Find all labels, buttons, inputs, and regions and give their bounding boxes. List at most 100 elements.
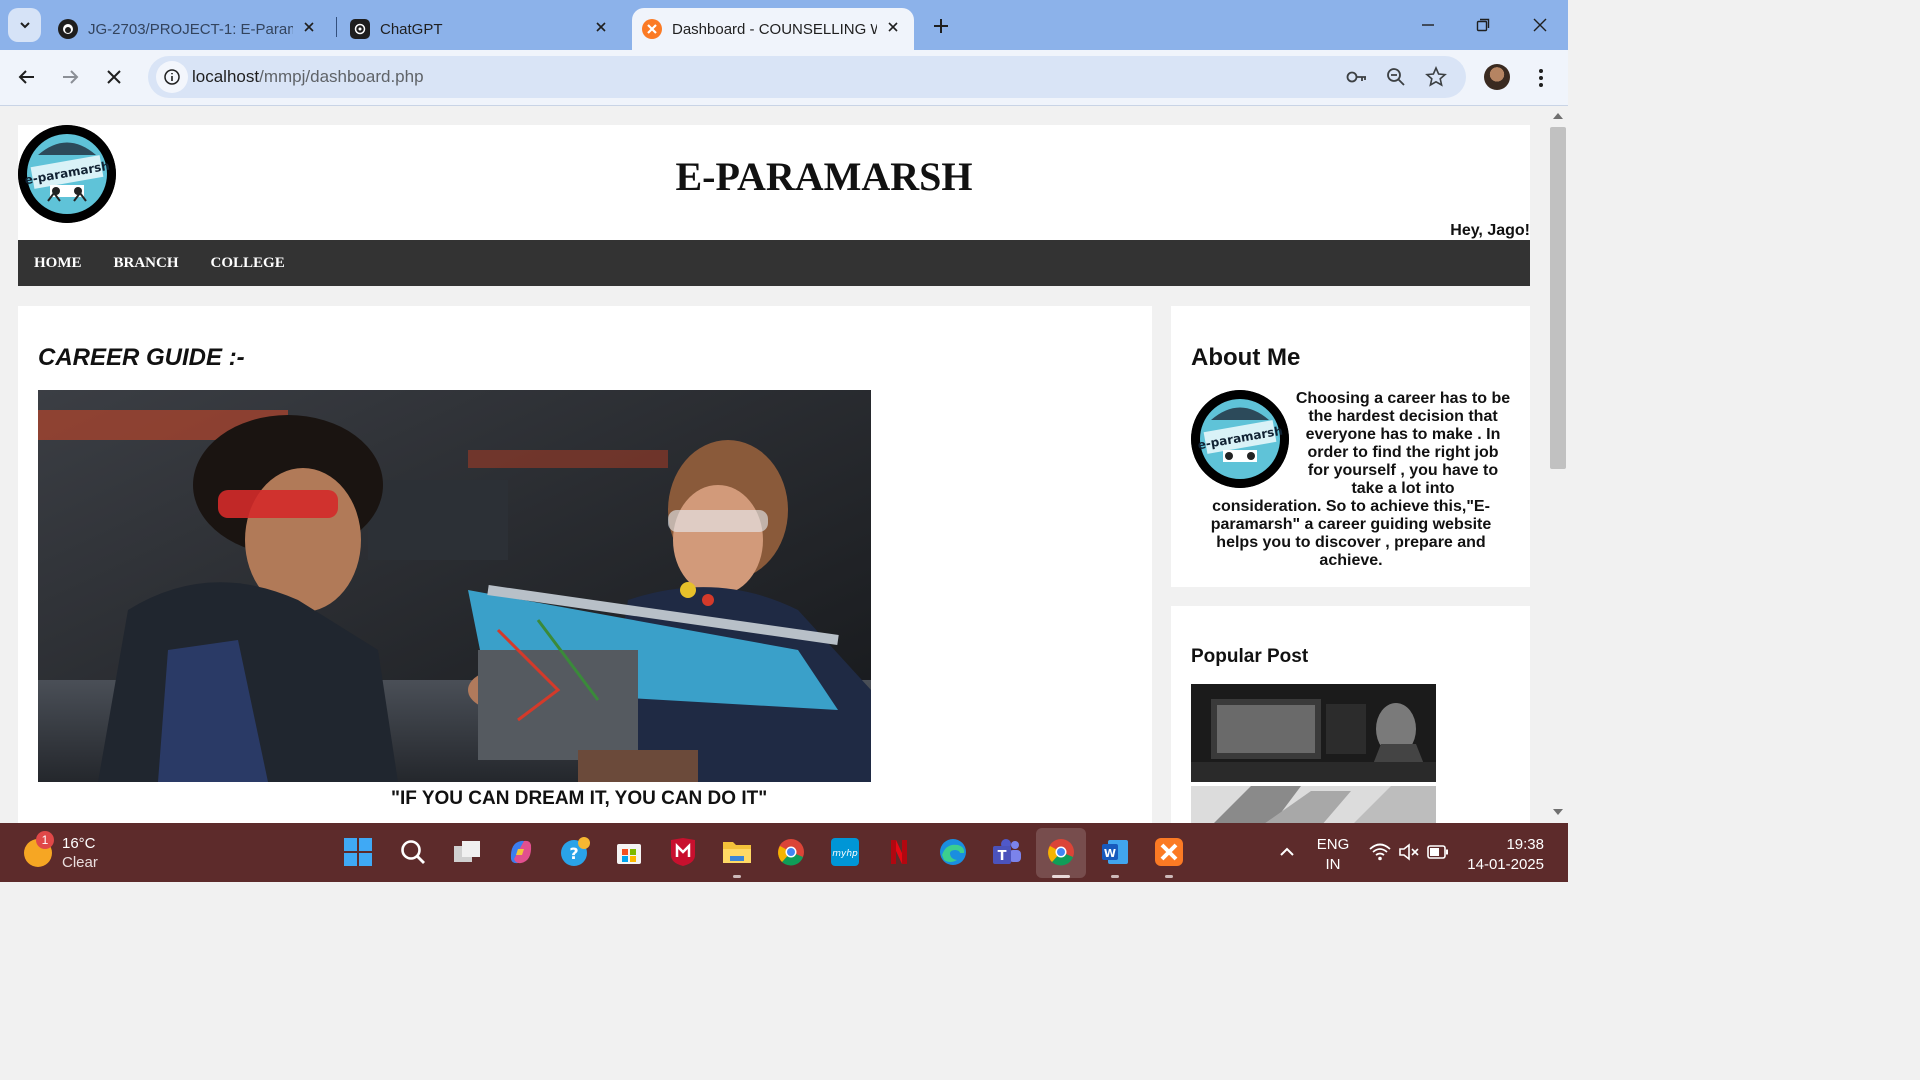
myhp-icon[interactable]: myhp — [829, 836, 861, 868]
more-vertical-icon — [1539, 69, 1543, 87]
nav-branch[interactable]: BRANCH — [98, 240, 195, 286]
close-tab-icon[interactable] — [300, 18, 318, 36]
minimize-button[interactable] — [1411, 10, 1445, 40]
back-arrow-icon — [18, 70, 34, 84]
language-code: ENG — [1316, 836, 1350, 853]
zoom-icon[interactable] — [1383, 64, 1409, 90]
teams-icon[interactable]: T — [991, 836, 1023, 868]
forward-button[interactable] — [53, 60, 87, 94]
copilot-icon[interactable] — [505, 836, 537, 868]
site-header: e-paramarsh E-PARAMARSH Hey, Jago! — [18, 125, 1530, 240]
browser-tab-bar: JG-2703/PROJECT-1: E-Paramar ChatGPT Das… — [0, 0, 1568, 50]
input-language[interactable]: ENG IN — [1310, 835, 1356, 875]
tab-chatgpt[interactable]: ChatGPT — [350, 8, 622, 50]
clock-time: 19:38 — [1506, 836, 1544, 853]
chrome-profile-icon[interactable] — [775, 836, 807, 868]
password-key-icon[interactable] — [1344, 64, 1370, 90]
file-explorer-icon[interactable] — [721, 836, 753, 868]
close-window-button[interactable] — [1523, 10, 1557, 40]
svg-text:W: W — [1104, 847, 1116, 860]
chevron-down-icon — [19, 22, 30, 29]
close-tab-icon[interactable] — [592, 18, 610, 36]
new-tab-button[interactable] — [927, 12, 955, 40]
url-host: localhost — [192, 67, 260, 86]
clock-date: 14-01-2025 — [1467, 856, 1544, 873]
volume-muted-icon[interactable] — [1393, 836, 1425, 868]
browser-toolbar: localhost/mmpj/dashboard.php — [0, 50, 1568, 106]
restore-icon — [1476, 18, 1490, 32]
close-icon — [107, 70, 121, 84]
nav-college[interactable]: COLLEGE — [195, 240, 301, 286]
site-info-icon[interactable] — [156, 61, 188, 93]
wifi-icon[interactable] — [1364, 836, 1396, 868]
windows-start-icon[interactable] — [342, 836, 374, 868]
xampp-icon[interactable] — [1153, 836, 1185, 868]
active-indicator — [1052, 875, 1070, 878]
back-button[interactable] — [10, 60, 44, 94]
popular-post-image[interactable] — [1191, 684, 1436, 782]
hero-image — [38, 390, 871, 782]
clock[interactable]: 19:38 14-01-2025 — [1460, 835, 1560, 875]
edge-icon[interactable] — [937, 836, 969, 868]
scrollbar-thumb[interactable] — [1550, 127, 1566, 469]
netflix-icon[interactable] — [883, 836, 915, 868]
task-view-icon[interactable] — [451, 836, 483, 868]
windows-taskbar: 1 16°C Clear ? myhp T W ENG IN 19:38 14-… — [0, 823, 1568, 882]
user-greeting: Hey, Jago! — [1450, 222, 1530, 239]
popular-post-image[interactable] — [1191, 786, 1436, 823]
main-navigation: HOME BRANCH COLLEGE — [18, 240, 1530, 286]
page-scrollbar[interactable] — [1548, 107, 1568, 823]
url-path: /mmpj/dashboard.php — [259, 67, 424, 86]
tab-dashboard[interactable]: Dashboard - COUNSELLING WE — [632, 8, 914, 50]
scroll-up-arrow-icon[interactable] — [1553, 113, 1563, 119]
site-title: E-PARAMARSH — [675, 154, 973, 199]
chrome-icon[interactable] — [1045, 836, 1077, 868]
page-viewport: e-paramarsh E-PARAMARSH Hey, Jago! HOME … — [0, 107, 1548, 823]
battery-icon[interactable] — [1422, 836, 1454, 868]
tab-title: JG-2703/PROJECT-1: E-Paramar — [88, 20, 293, 38]
profile-avatar[interactable] — [1484, 64, 1510, 90]
microsoft-store-icon[interactable] — [613, 836, 645, 868]
running-indicator — [733, 875, 741, 878]
close-tab-icon[interactable] — [884, 18, 902, 36]
restore-button[interactable] — [1466, 10, 1500, 40]
tab-separator — [336, 17, 337, 37]
plus-icon — [934, 19, 948, 33]
search-icon[interactable] — [397, 836, 429, 868]
bookmark-star-icon[interactable] — [1423, 64, 1449, 90]
forward-arrow-icon — [63, 70, 79, 84]
tab-title: Dashboard - COUNSELLING WE — [672, 20, 877, 38]
url-text[interactable]: localhost/mmpj/dashboard.php — [192, 67, 424, 87]
career-guide-heading: CAREER GUIDE :- — [38, 344, 245, 371]
address-bar[interactable]: localhost/mmpj/dashboard.php — [148, 56, 1466, 98]
weather-temperature: 16°C — [62, 835, 96, 852]
mcafee-icon[interactable] — [667, 836, 699, 868]
nav-home[interactable]: HOME — [18, 240, 98, 286]
tab-search-button[interactable] — [8, 8, 41, 42]
weather-condition: Clear — [62, 854, 98, 871]
minimize-icon — [1422, 24, 1434, 26]
about-me-title: About Me — [1191, 344, 1301, 371]
tab-title: ChatGPT — [380, 20, 443, 38]
career-guide-card: CAREER GUIDE :- "IF YOU CAN DREAM IT, YO… — [18, 306, 1152, 823]
tab-github[interactable]: JG-2703/PROJECT-1: E-Paramar — [58, 8, 330, 50]
svg-text:myhp: myhp — [832, 849, 858, 859]
xampp-icon — [642, 19, 662, 39]
popular-post-title: Popular Post — [1191, 646, 1309, 667]
running-indicator — [1165, 875, 1173, 878]
weather-badge: 1 — [36, 831, 54, 849]
weather-widget[interactable]: 1 16°C Clear — [22, 831, 142, 873]
about-me-card: About Me Choosing a career has to be the… — [1171, 306, 1530, 587]
about-avatar: e-paramarsh — [1191, 390, 1289, 488]
browser-menu-button[interactable] — [1528, 64, 1554, 92]
scroll-down-arrow-icon[interactable] — [1553, 809, 1563, 815]
svg-text:?: ? — [569, 844, 578, 863]
stop-loading-button[interactable] — [97, 60, 131, 94]
svg-text:T: T — [998, 849, 1007, 864]
region-code: IN — [1325, 856, 1341, 873]
github-icon — [58, 19, 78, 39]
show-hidden-icons-chevron-up-icon[interactable] — [1271, 836, 1303, 868]
get-help-icon[interactable]: ? — [559, 836, 591, 868]
word-icon[interactable]: W — [1099, 836, 1131, 868]
running-indicator — [1111, 875, 1119, 878]
